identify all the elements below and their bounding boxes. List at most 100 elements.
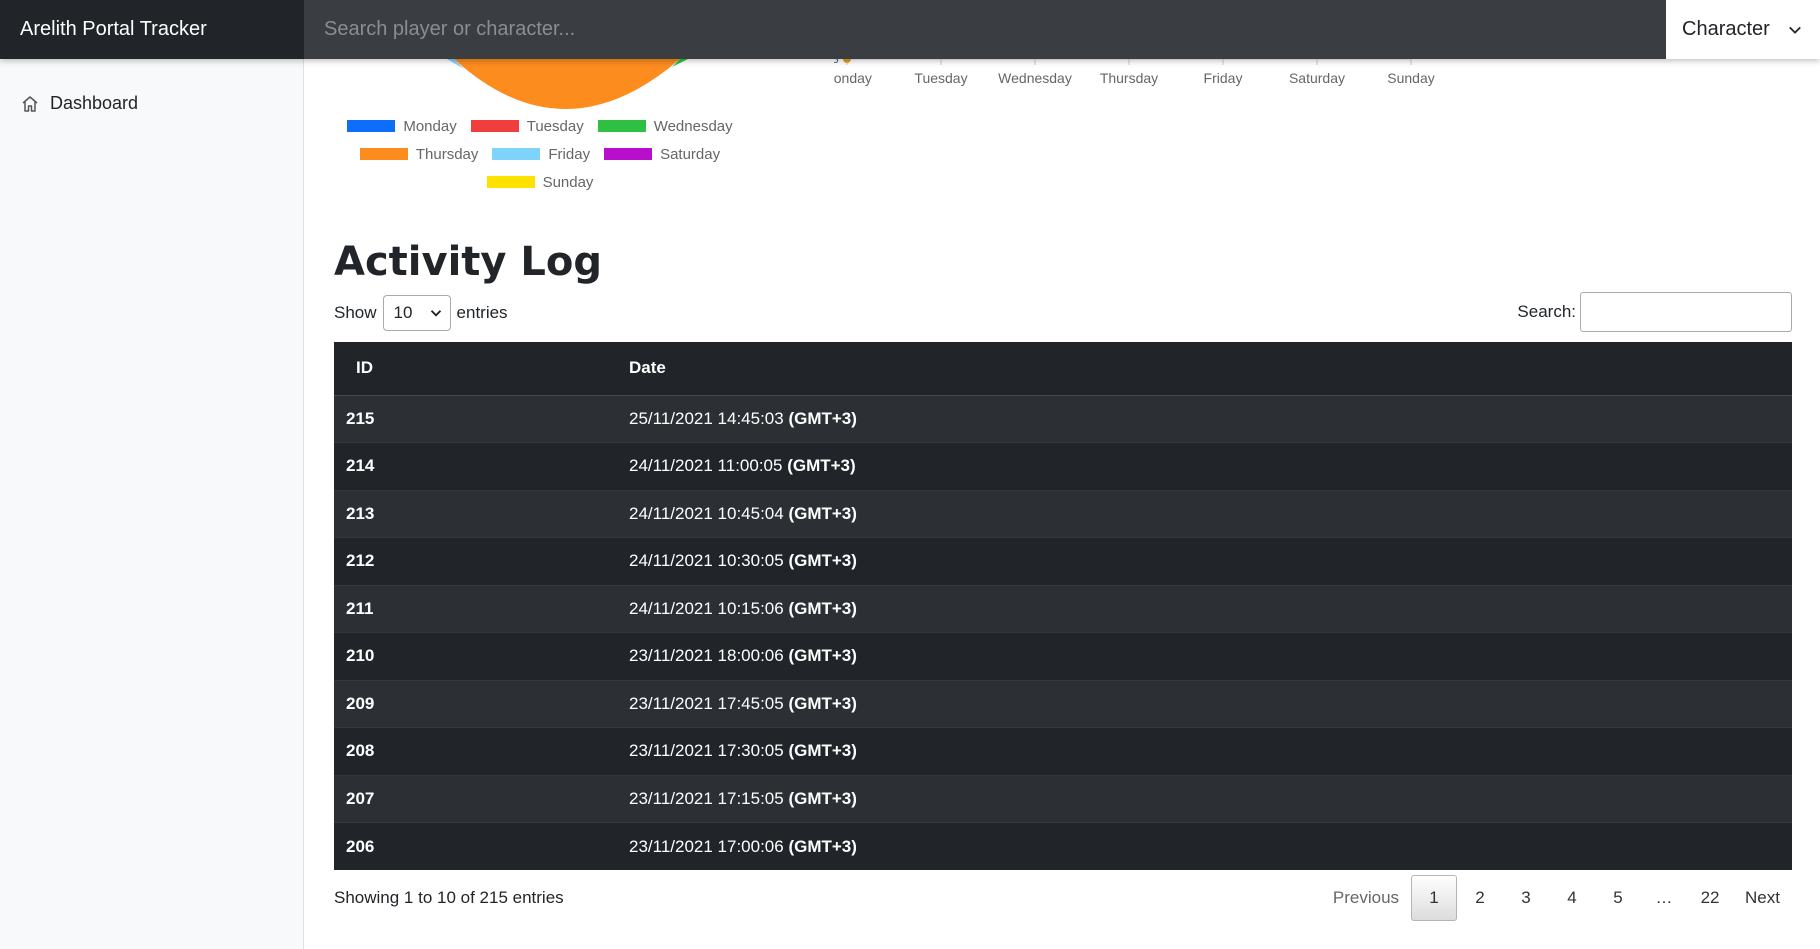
table-row: 210 23/11/2021 18:00:06 (GMT+3)	[334, 632, 1792, 680]
legend-item-friday[interactable]: Friday	[492, 146, 590, 163]
table-row: 212 24/11/2021 10:30:05 (GMT+3)	[334, 537, 1792, 585]
x-tick-label: Wednesday	[998, 70, 1072, 86]
legend-item-sunday[interactable]: Sunday	[486, 174, 593, 191]
x-tick-label: Saturday	[1289, 70, 1345, 86]
table-row: 215 25/11/2021 14:45:03 (GMT+3)	[334, 394, 1792, 443]
table-row: 207 23/11/2021 17:15:05 (GMT+3)	[334, 774, 1792, 823]
row-date: 23/11/2021 17:45:05 (GMT+3)	[629, 679, 1792, 728]
pie-slice-thursday	[454, 59, 680, 109]
pagination: Previous 1 2 3 4 5 … 22 Next	[1321, 875, 1792, 921]
filter-label: Search:	[1517, 302, 1576, 321]
search-type-select[interactable]: Character	[1666, 0, 1820, 59]
row-date-value: 24/11/2021 10:15:06	[629, 598, 784, 618]
column-header-date[interactable]: Date	[629, 342, 1792, 396]
search-input[interactable]	[304, 0, 1666, 59]
page-length-select[interactable]: 10	[382, 295, 451, 331]
sidebar-item-label: Dashboard	[50, 93, 139, 113]
legend-item-tuesday[interactable]: Tuesday	[470, 118, 584, 135]
row-timezone: (GMT+3)	[788, 503, 857, 523]
row-timezone: (GMT+3)	[788, 788, 857, 808]
table-row: 213 24/11/2021 10:45:04 (GMT+3)	[334, 489, 1792, 538]
row-id: 208	[334, 727, 629, 775]
row-date: 25/11/2021 14:45:03 (GMT+3)	[629, 394, 1792, 443]
legend-item-saturday[interactable]: Saturday	[604, 146, 720, 163]
sidebar-item-dashboard[interactable]: Dashboard	[20, 93, 303, 114]
pagination-page[interactable]: 4	[1549, 875, 1595, 921]
pagination-next[interactable]: Next	[1733, 875, 1792, 921]
table-row: 208 23/11/2021 17:30:05 (GMT+3)	[334, 727, 1792, 775]
row-id: 214	[334, 442, 629, 490]
row-id: 213	[334, 489, 629, 538]
main-content: Monday Tuesday Wednesday Thursday Friday…	[304, 59, 1820, 949]
y-tick-label: 3	[834, 59, 839, 66]
x-tick-label: Tuesday	[914, 70, 967, 86]
row-timezone: (GMT+3)	[788, 551, 857, 571]
row-id: 210	[334, 632, 629, 680]
x-tick-label: Monday	[834, 70, 872, 86]
row-date-value: 25/11/2021 14:45:03	[629, 408, 784, 428]
row-date: 23/11/2021 17:00:06 (GMT+3)	[629, 822, 1792, 870]
pagination-previous[interactable]: Previous	[1321, 875, 1411, 921]
table-row: 209 23/11/2021 17:45:05 (GMT+3)	[334, 679, 1792, 728]
pagination-page[interactable]: 2	[1457, 875, 1503, 921]
row-date-value: 23/11/2021 17:00:06	[629, 836, 784, 856]
row-date-value: 23/11/2021 17:30:05	[629, 741, 784, 761]
home-icon	[22, 95, 38, 112]
row-date-value: 24/11/2021 10:45:04	[629, 503, 784, 523]
table-filter: Search:	[1517, 292, 1792, 332]
show-label: Show	[334, 303, 377, 322]
filter-input[interactable]	[1580, 292, 1792, 332]
legend-item-monday[interactable]: Monday	[347, 118, 457, 135]
row-date-value: 24/11/2021 11:00:05	[629, 456, 783, 476]
column-header-id[interactable]: ID	[334, 342, 629, 396]
row-date: 23/11/2021 17:15:05 (GMT+3)	[629, 774, 1792, 823]
row-date-value: 23/11/2021 17:15:05	[629, 788, 784, 808]
data-point	[843, 59, 851, 63]
row-timezone: (GMT+3)	[788, 598, 857, 618]
table-row: 211 24/11/2021 10:15:06 (GMT+3)	[334, 584, 1792, 633]
sidebar: Dashboard	[0, 59, 304, 949]
page-length-value: 10	[393, 303, 413, 322]
row-id: 209	[334, 679, 629, 728]
row-date-value: 24/11/2021 10:30:05	[629, 551, 784, 571]
chevron-down-icon	[430, 310, 441, 317]
row-id: 207	[334, 774, 629, 823]
table-info: Showing 1 to 10 of 215 entries	[334, 888, 564, 907]
row-date: 23/11/2021 18:00:06 (GMT+3)	[629, 632, 1792, 680]
x-tick-label: Sunday	[1387, 70, 1434, 86]
pagination-page[interactable]: 1	[1411, 875, 1458, 921]
row-timezone: (GMT+3)	[788, 646, 857, 666]
legend-item-wednesday[interactable]: Wednesday	[597, 118, 733, 135]
pagination-page[interactable]: 3	[1503, 875, 1549, 921]
pie-legend: Monday Tuesday Wednesday Thursday Friday…	[330, 112, 750, 196]
row-id: 212	[334, 537, 629, 585]
row-timezone: (GMT+3)	[788, 836, 857, 856]
pagination-page[interactable]: 22	[1687, 875, 1733, 921]
weekday-line-chart-axis: Monday Tuesday Wednesday Thursday Friday Satu…	[834, 59, 1435, 86]
row-timezone: (GMT+3)	[788, 693, 857, 713]
row-id: 206	[334, 822, 629, 870]
table-row: 214 24/11/2021 11:00:05 (GMT+3)	[334, 442, 1792, 490]
row-timezone: (GMT+3)	[788, 408, 857, 428]
pagination-ellipsis: …	[1655, 888, 1673, 907]
table-header-row: ID Date	[334, 342, 1792, 396]
entries-label: entries	[456, 303, 508, 322]
row-date-value: 23/11/2021 17:45:05	[629, 693, 784, 713]
table-row: 206 23/11/2021 17:00:06 (GMT+3)	[334, 822, 1792, 870]
row-date: 24/11/2021 10:45:04 (GMT+3)	[629, 489, 1792, 538]
row-date: 23/11/2021 17:30:05 (GMT+3)	[629, 727, 1792, 775]
row-id: 211	[334, 584, 629, 633]
pagination-page[interactable]: 5	[1595, 875, 1641, 921]
legend-item-thursday[interactable]: Thursday	[359, 146, 478, 163]
activity-log-title: Activity Log	[334, 239, 603, 285]
brand-title[interactable]: Arelith Portal Tracker	[0, 0, 304, 59]
x-tick-label: Thursday	[1100, 70, 1158, 86]
activity-table: ID Date 215 25/11/2021 14:45:03 (GMT+3) 21…	[334, 342, 1792, 870]
search-type-label: Character	[1682, 18, 1770, 40]
row-date: 24/11/2021 10:15:06 (GMT+3)	[629, 584, 1792, 633]
row-timezone: (GMT+3)	[787, 456, 856, 476]
x-tick-label: Friday	[1204, 70, 1243, 86]
row-timezone: (GMT+3)	[788, 741, 857, 761]
row-id: 215	[334, 394, 629, 443]
row-date: 24/11/2021 10:30:05 (GMT+3)	[629, 537, 1792, 585]
